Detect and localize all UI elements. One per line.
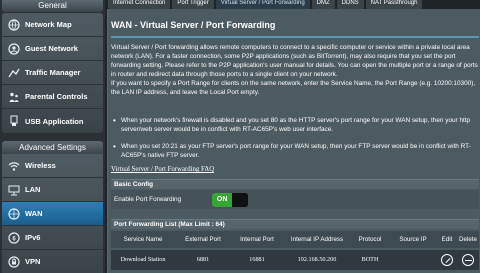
advanced-menu: Wireless LAN WAN 6 IPv6 VPN bbox=[2, 154, 103, 273]
tab-nat-passthrough[interactable]: NAT Passthrough bbox=[365, 0, 423, 9]
sidebar-item-label: Traffic Manager bbox=[25, 68, 81, 77]
list-item: When your network's firewall is disabled… bbox=[111, 116, 479, 134]
sidebar-item-label: USB Application bbox=[25, 116, 84, 126]
delete-cell bbox=[457, 250, 479, 270]
wireless-icon bbox=[7, 159, 21, 173]
sidebar-item-label: WAN bbox=[25, 209, 43, 218]
delete-icon[interactable] bbox=[462, 253, 474, 266]
column-header: Edit bbox=[441, 236, 453, 243]
column-header: Internal Port bbox=[240, 236, 274, 243]
column-header: Delete bbox=[459, 236, 477, 243]
page-title: WAN - Virtual Server / Port Forwarding bbox=[111, 20, 276, 30]
notes-list: When your network's firewall is disabled… bbox=[111, 116, 479, 168]
enable-port-forwarding-label: Enable Port Forwarding bbox=[114, 196, 182, 203]
cell-service-name: Download Station bbox=[120, 256, 166, 263]
sidebar-item-label: LAN bbox=[25, 185, 41, 194]
advanced-section-title: Advanced Settings bbox=[2, 141, 103, 154]
cell-external-port: 6881 bbox=[196, 256, 210, 263]
edit-icon[interactable] bbox=[441, 253, 453, 266]
port-forwarding-list-header: Port Forwarding List (Max Limit : 64) bbox=[111, 219, 479, 229]
sidebar-item-lan[interactable]: LAN bbox=[2, 178, 103, 202]
sidebar-item-label: VPN bbox=[25, 257, 41, 266]
page-description: Virtual Server / Port forwarding allows … bbox=[111, 44, 478, 96]
sidebar-item-label: Network Map bbox=[25, 20, 72, 29]
sidebar-item-network-map[interactable]: Network Map bbox=[2, 13, 103, 37]
usb-application-icon bbox=[7, 114, 21, 128]
wan-icon bbox=[7, 207, 21, 221]
sidebar-item-parental-controls[interactable]: Parental Controls bbox=[2, 85, 103, 109]
tab-virtual-server[interactable]: Virtual Server / Port Forwarding bbox=[215, 0, 310, 9]
column-header: Source IP bbox=[399, 236, 427, 243]
tab-internet-connection[interactable]: Internet Connection bbox=[108, 0, 171, 9]
traffic-manager-icon bbox=[7, 66, 21, 80]
column-header: Internal IP Address bbox=[290, 236, 344, 243]
tab-ddns[interactable]: DDNS bbox=[336, 0, 364, 9]
enable-port-forwarding-row: Enable Port Forwarding ON bbox=[111, 190, 479, 209]
tab-bar: Internet Connection Port Trigger Virtual… bbox=[105, 0, 480, 9]
general-section-title: General bbox=[2, 0, 103, 12]
sidebar-item-usb-application[interactable]: USB Application bbox=[2, 109, 103, 133]
port-forwarding-toggle[interactable]: ON bbox=[212, 192, 249, 207]
sidebar-item-ipv6[interactable]: 6 IPv6 bbox=[2, 226, 103, 250]
toggle-knob bbox=[232, 192, 249, 207]
network-map-icon bbox=[7, 18, 21, 32]
svg-text:6: 6 bbox=[12, 236, 16, 242]
sidebar-item-guest-network[interactable]: Guest Network bbox=[2, 37, 103, 61]
sidebar-item-traffic-manager[interactable]: Traffic Manager bbox=[2, 61, 103, 85]
column-header: Protocol bbox=[358, 236, 382, 243]
basic-config-header: Basic Config bbox=[111, 179, 479, 189]
column-header: Service Name bbox=[123, 236, 163, 243]
lan-icon bbox=[7, 183, 21, 197]
parental-controls-icon bbox=[7, 90, 21, 104]
sidebar-item-label: Parental Controls bbox=[25, 92, 88, 101]
edit-cell bbox=[437, 250, 457, 270]
toggle-on-label: ON bbox=[212, 192, 233, 207]
table-row: Download Station 6881 16881 192.168.50.2… bbox=[111, 250, 479, 270]
tab-port-trigger[interactable]: Port Trigger bbox=[172, 0, 214, 9]
cell-protocol: BOTH bbox=[361, 256, 379, 263]
sidebar-item-wan[interactable]: WAN bbox=[2, 202, 103, 226]
cell-source-ip bbox=[389, 250, 437, 270]
sidebar-item-label: Guest Network bbox=[25, 44, 78, 53]
ipv6-icon: 6 bbox=[7, 231, 21, 245]
tab-dmz[interactable]: DMZ bbox=[311, 0, 335, 9]
vpn-icon bbox=[7, 255, 21, 269]
sidebar-item-label: Wireless bbox=[25, 161, 56, 170]
sidebar-item-vpn[interactable]: VPN bbox=[2, 250, 103, 273]
general-menu: Network Map Guest Network Traffic Manage… bbox=[2, 13, 103, 133]
table-header-row: Service Name External Port Internal Port… bbox=[111, 231, 479, 248]
column-header: External Port bbox=[185, 236, 221, 243]
cell-internal-ip: 192.168.50.200 bbox=[297, 256, 337, 263]
list-item: When you set 20:21 as your FTP server's … bbox=[111, 142, 479, 160]
sidebar-item-wireless[interactable]: Wireless bbox=[2, 154, 103, 178]
title-divider bbox=[111, 36, 479, 38]
sidebar-item-label: IPv6 bbox=[25, 233, 41, 242]
main-content: WAN - Virtual Server / Port Forwarding V… bbox=[107, 9, 480, 273]
guest-network-icon bbox=[7, 42, 21, 56]
faq-link[interactable]: Virtual Server / Port Forwarding FAQ bbox=[111, 166, 214, 173]
cell-internal-port: 16881 bbox=[249, 256, 265, 263]
sidebar: General Network Map Guest Network Traffi… bbox=[0, 0, 105, 273]
